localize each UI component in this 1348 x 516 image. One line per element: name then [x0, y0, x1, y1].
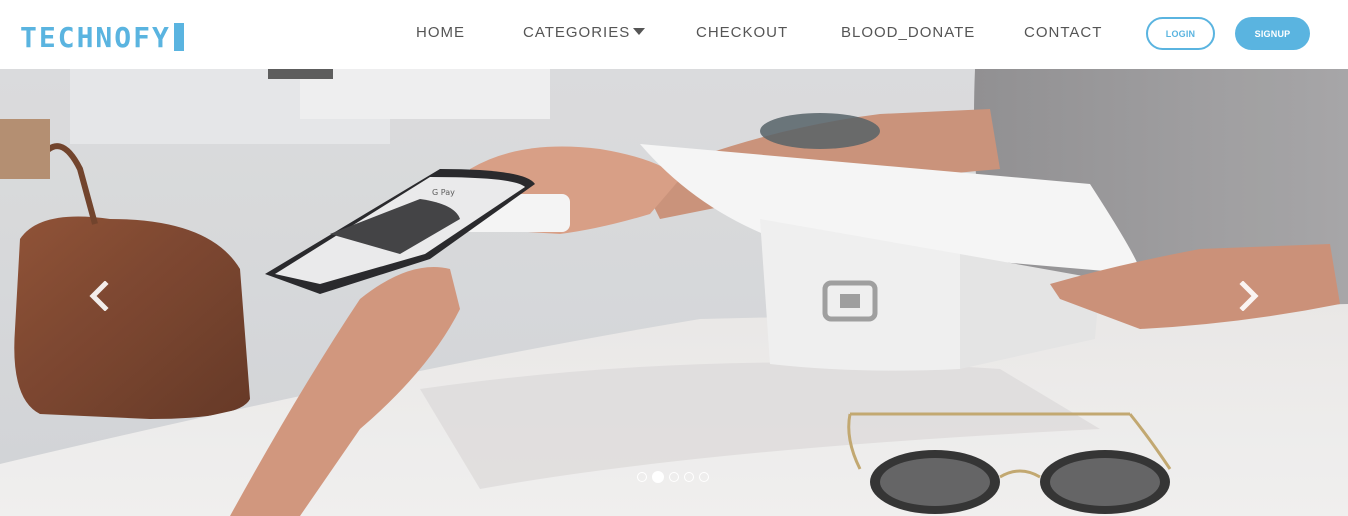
chevron-right-icon	[1239, 281, 1259, 311]
carousel-indicator[interactable]	[699, 472, 709, 482]
carousel-slide-image: G Pay	[0, 69, 1348, 516]
brand-name: TECHNOFY	[20, 20, 171, 54]
signup-button[interactable]: SIGNUP	[1235, 17, 1310, 50]
chevron-left-icon	[89, 281, 109, 311]
cursor-block-icon	[173, 23, 184, 51]
hero-carousel: G Pay	[0, 69, 1348, 516]
carousel-indicator[interactable]	[669, 472, 679, 482]
caret-down-icon	[633, 28, 646, 35]
nav-checkout[interactable]: CHECKOUT	[696, 24, 788, 41]
carousel-indicator-active[interactable]	[652, 471, 664, 483]
carousel-prev-button[interactable]	[84, 281, 114, 311]
carousel-indicator[interactable]	[684, 472, 694, 482]
nav-contact[interactable]: CONTACT	[1024, 24, 1102, 41]
nav-categories-label: CATEGORIES	[523, 24, 631, 41]
brand-logo[interactable]: TECHNOFY	[20, 20, 184, 54]
nav-home[interactable]: HOME	[416, 24, 465, 41]
navbar: TECHNOFY HOME CATEGORIES CHECKOUT BLOOD_…	[0, 0, 1348, 69]
carousel-indicators	[637, 471, 709, 483]
carousel-next-button[interactable]	[1234, 281, 1264, 311]
nav-categories[interactable]: CATEGORIES	[523, 24, 646, 41]
carousel-indicator[interactable]	[637, 472, 647, 482]
nav-blood-donate[interactable]: BLOOD_DONATE	[841, 24, 975, 41]
login-button[interactable]: LOGIN	[1146, 17, 1215, 50]
